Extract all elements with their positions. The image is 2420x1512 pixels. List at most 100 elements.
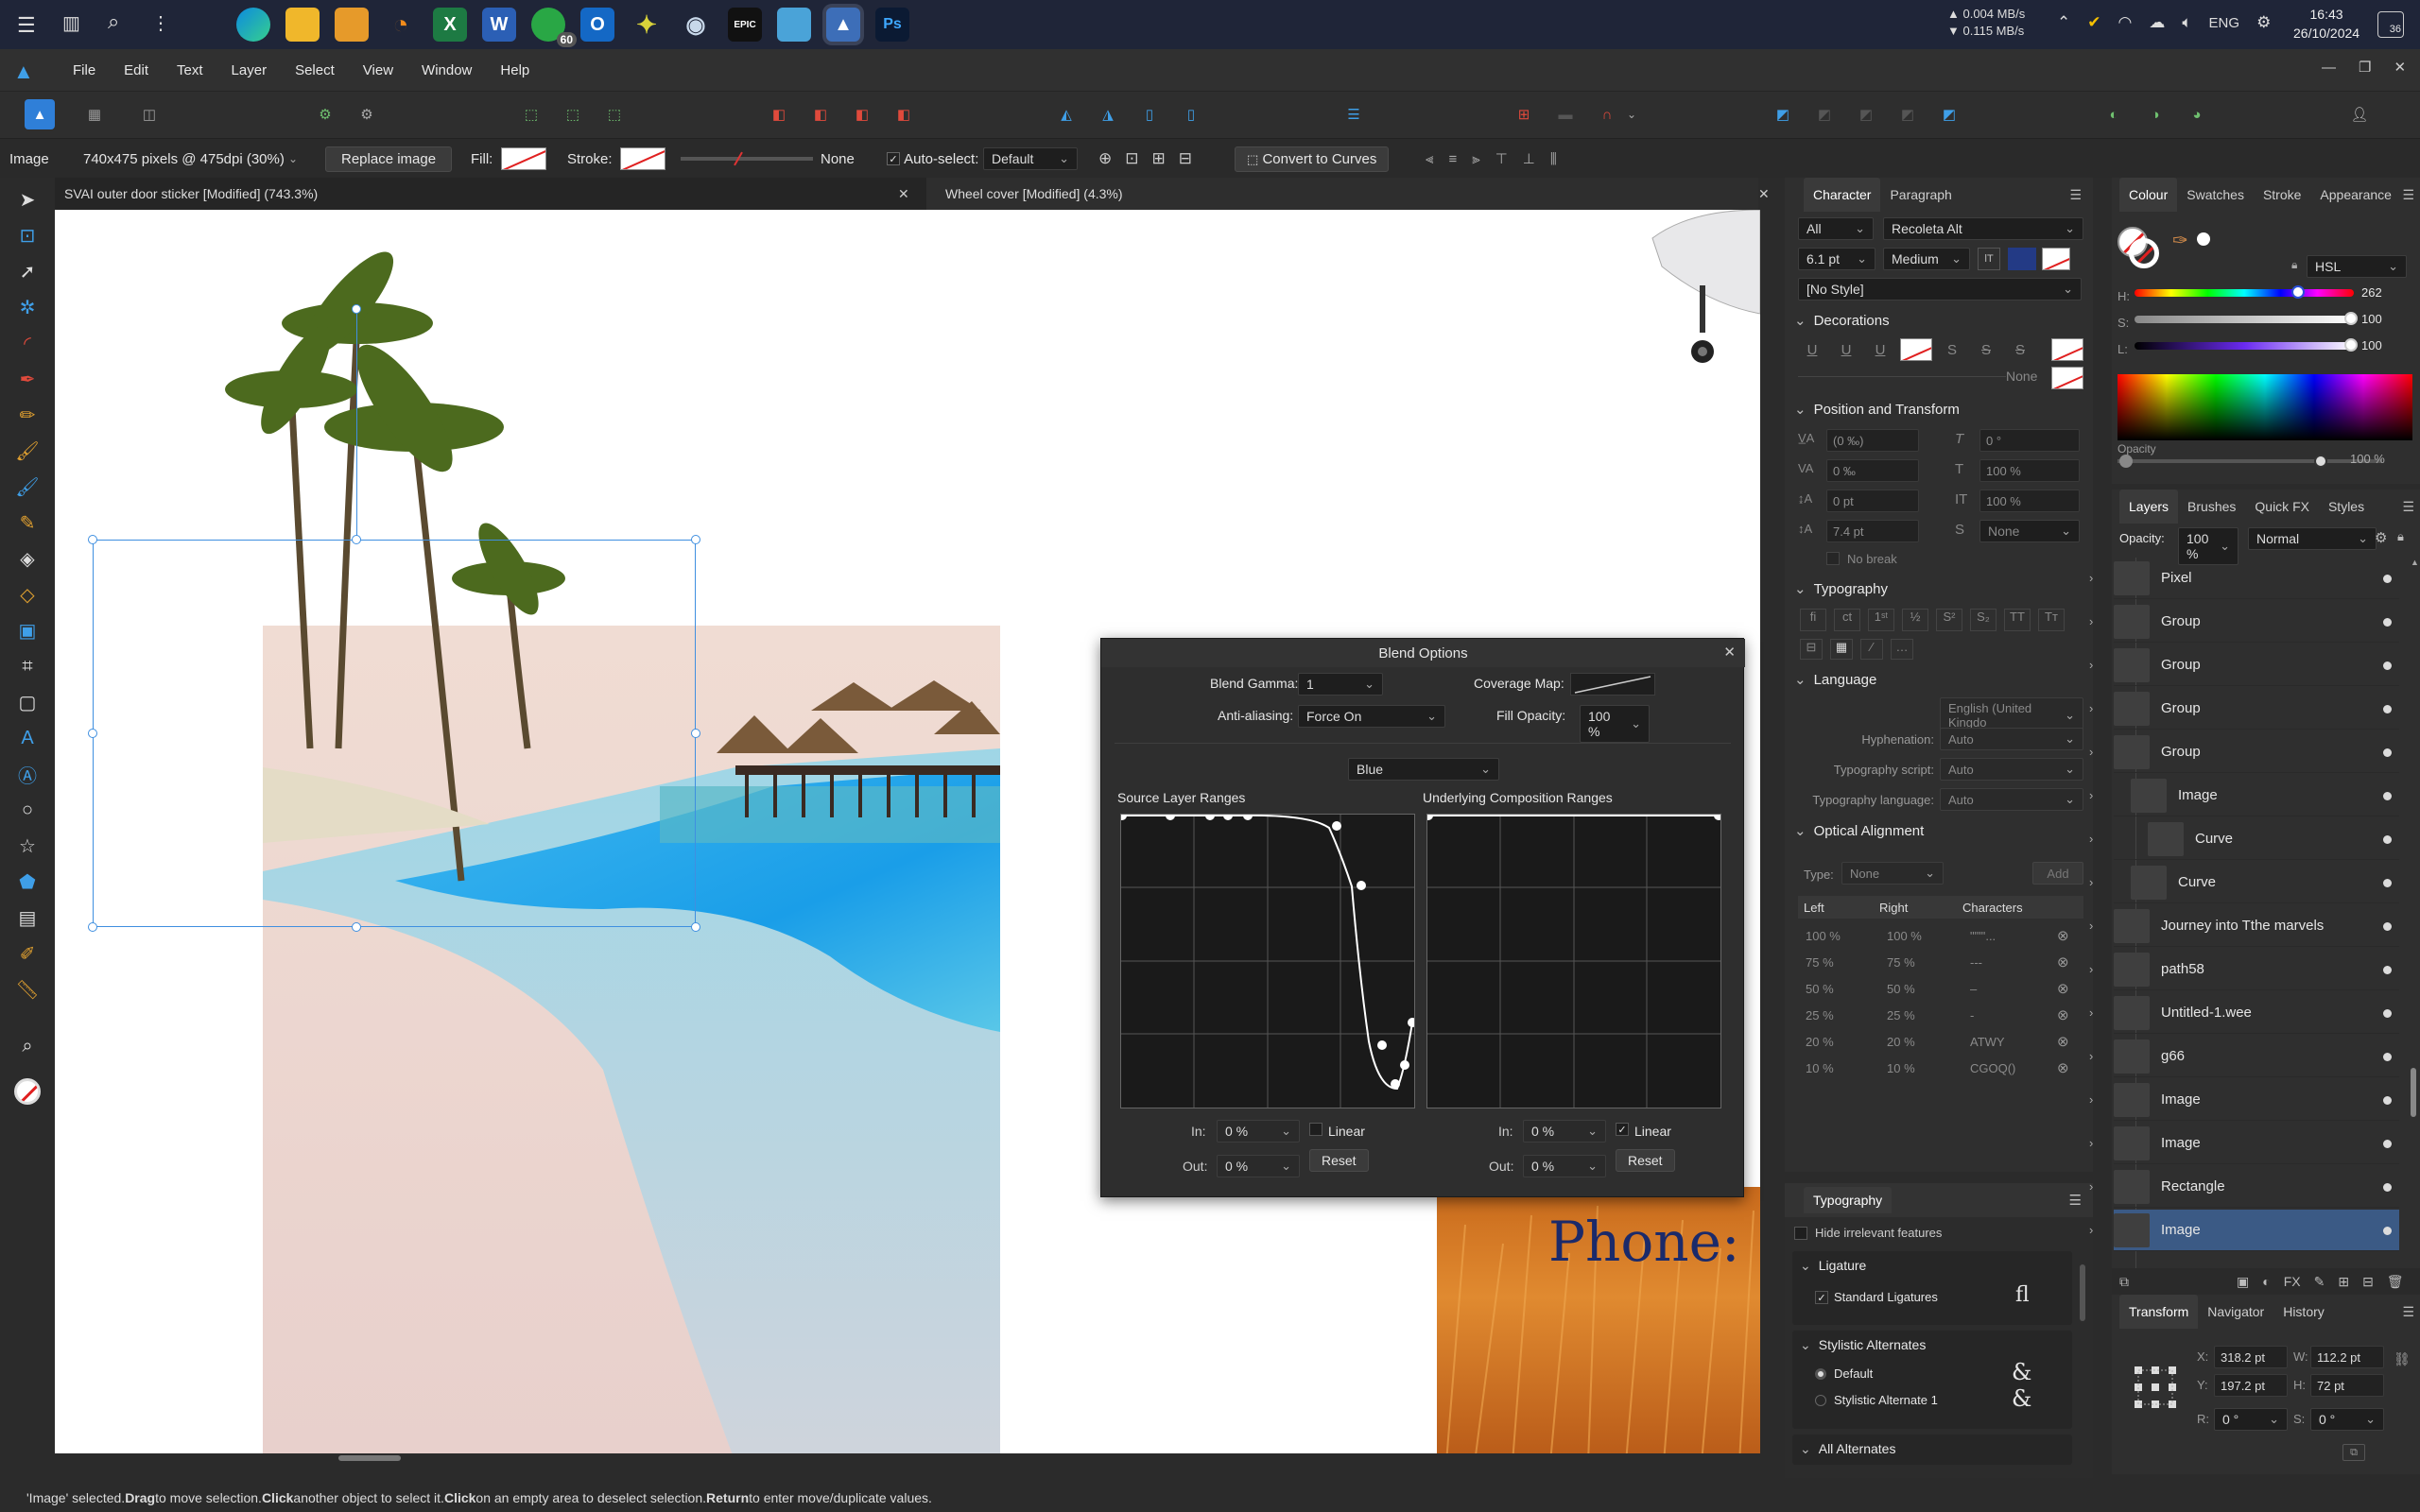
group-icon[interactable]: ◩ [1934, 99, 1964, 129]
tracking-field[interactable]: 0 ‰ [1826, 459, 1919, 482]
notification-icon[interactable]: 36 [2377, 11, 2404, 38]
fill-stroke-selector-icon[interactable] [2118, 227, 2159, 268]
optical-right-value[interactable]: 20 % [1879, 1035, 1962, 1049]
clock[interactable]: 16:43 26/10/2024 [2293, 5, 2360, 43]
layer-group-icon[interactable]: ⊟ [2362, 1274, 2374, 1290]
grid-2-icon[interactable]: ⊟ [1179, 149, 1192, 168]
text-stroke-swatch[interactable] [2042, 248, 2070, 270]
stroke-width-slider[interactable] [681, 151, 813, 166]
layer-settings-icon[interactable]: ⚙ [2375, 529, 2387, 546]
point-transform-icon[interactable]: ✲ [13, 293, 42, 321]
typography-language-dropdown[interactable]: Auto [1940, 788, 2083, 811]
colour-model-dropdown[interactable]: HSL [2307, 255, 2407, 278]
hue-slider[interactable] [2135, 285, 2354, 299]
snapping-icon[interactable]: ⚙ [310, 99, 340, 129]
chevron-up-icon[interactable]: ⌃ [2057, 13, 2070, 32]
stylistic-section[interactable]: Stylistic Alternates [1792, 1331, 2072, 1359]
lock-icon[interactable]: 🔒︎ [2291, 258, 2297, 272]
layer-row[interactable]: › Image [2089, 1123, 2399, 1164]
table-tool-icon[interactable]: ▤ [13, 903, 42, 932]
underlying-out-field[interactable]: 0 % [1523, 1155, 1606, 1177]
optical-alignment-section[interactable]: Optical Alignment [1785, 816, 2093, 845]
app-icon[interactable] [777, 8, 811, 42]
menu-layer[interactable]: Layer [217, 62, 282, 78]
typography-scrollbar[interactable] [2080, 1264, 2085, 1321]
arrange-forward-icon[interactable]: ◩ [1809, 99, 1840, 129]
tab-history[interactable]: History [2273, 1304, 2334, 1319]
layer-expand-icon[interactable]: › [2089, 1136, 2093, 1150]
grid-icon[interactable]: ⊞ [1152, 149, 1166, 168]
menu-help[interactable]: Help [486, 62, 544, 78]
autoselect-checkbox[interactable]: ✓ [887, 152, 900, 165]
text-fill-swatch[interactable] [2008, 248, 2036, 270]
optical-row[interactable]: 100 % 100 % """'... ⊗ [1798, 924, 2083, 947]
layer-expand-icon[interactable]: › [2089, 1092, 2093, 1107]
blend-mode-dropdown[interactable]: Normal [2248, 527, 2377, 550]
layer-name[interactable]: Image [2161, 1091, 2201, 1108]
layer-add-icon[interactable]: ⊞ [2338, 1274, 2349, 1290]
search-icon[interactable]: ⌕ [108, 9, 132, 34]
position-transform-section[interactable]: Position and Transform [1785, 395, 2093, 423]
layer-row[interactable]: › Group [2089, 731, 2399, 773]
layer-visibility-icon[interactable] [2383, 1183, 2392, 1192]
layer-name[interactable]: Image [2178, 787, 2218, 803]
ligature-section[interactable]: Ligature [1792, 1251, 2072, 1280]
layer-row[interactable]: › Group [2089, 688, 2399, 730]
zoom-tool-icon[interactable]: ⌕ [13, 1032, 42, 1060]
anti-aliasing-dropdown[interactable]: Force On [1298, 705, 1445, 728]
decorations-section[interactable]: Decorations [1785, 306, 2093, 335]
epic-icon[interactable]: EPIC [728, 8, 762, 42]
lightness-slider-thumb[interactable] [2344, 338, 2358, 352]
layer-name[interactable]: Pixel [2161, 570, 2192, 586]
optical-left-value[interactable]: 100 % [1798, 929, 1879, 943]
more-icon[interactable]: ⋮ [151, 11, 170, 35]
layer-copy-icon[interactable]: ⧉ [2119, 1274, 2129, 1290]
handle-bottom-right[interactable] [691, 922, 700, 932]
layer-expand-icon[interactable]: › [2089, 832, 2093, 846]
small-caps-icon[interactable]: Tᴛ [2038, 609, 2065, 631]
handle-left[interactable] [88, 729, 97, 738]
layer-visibility-icon[interactable] [2383, 1227, 2392, 1235]
font-family-dropdown[interactable]: Recoleta Alt [1883, 217, 2083, 240]
handle-top[interactable] [352, 535, 361, 544]
layer-visibility-icon[interactable] [2383, 1053, 2392, 1061]
select-behind-icon[interactable]: ⬚ [599, 99, 630, 129]
volume-icon[interactable]: 🔈︎ [2182, 13, 2191, 32]
align-left-icon[interactable]: ⫷ [1426, 151, 1433, 167]
layer-row[interactable]: › Image [2089, 775, 2399, 816]
layer-expand-icon[interactable]: › [2089, 1223, 2093, 1237]
menu-window[interactable]: Window [407, 62, 486, 78]
tab-layers[interactable]: Layers [2119, 490, 2179, 524]
kerning-field[interactable]: (0 ‰) [1826, 429, 1919, 452]
optical-chars-value[interactable]: CGOQ() [1962, 1061, 2057, 1075]
onedrive-icon[interactable]: ☁ [2149, 13, 2165, 32]
layer-visibility-icon[interactable] [2383, 966, 2392, 974]
layer-name[interactable]: Journey into Tthe marvels [2161, 918, 2324, 934]
optical-chars-value[interactable]: ATWY [1962, 1035, 2057, 1049]
align-middle-icon[interactable]: ⊥ [1523, 150, 1535, 167]
hyphenation-dropdown[interactable]: Auto [1940, 728, 2083, 750]
excel-icon[interactable]: X [433, 8, 467, 42]
optical-remove-icon[interactable]: ⊗ [2057, 954, 2069, 971]
layer-row[interactable]: › g66 [2089, 1036, 2399, 1077]
strikethrough-double-icon[interactable]: S [1972, 342, 2000, 358]
layer-lock-icon[interactable]: 🔒︎ [2397, 529, 2404, 544]
language-indicator[interactable]: ENG [2209, 15, 2240, 31]
layer-visibility-icon[interactable] [2383, 575, 2392, 583]
layer-row[interactable]: › Curve [2089, 818, 2399, 860]
restore-icon[interactable]: ❐ [2359, 59, 2371, 76]
discretionary-icon[interactable]: ct [1834, 609, 1860, 631]
menu-view[interactable]: View [349, 62, 407, 78]
italic-angle-field[interactable]: 0 ° [1979, 429, 2080, 452]
source-out-field[interactable]: 0 % [1217, 1155, 1300, 1177]
no-break-checkbox[interactable] [1826, 552, 1840, 565]
optical-add-button[interactable]: Add [2032, 862, 2083, 885]
layer-name[interactable]: Image [2161, 1135, 2201, 1151]
layer-expand-icon[interactable]: › [2089, 788, 2093, 802]
optical-left-value[interactable]: 75 % [1798, 955, 1879, 970]
layer-visibility-icon[interactable] [2383, 835, 2392, 844]
layer-row[interactable]: › Image [2089, 1079, 2399, 1121]
boolean-intersect-icon[interactable]: ◧ [847, 99, 877, 129]
select-insert-icon[interactable]: ⬚ [516, 99, 546, 129]
underline-color-swatch[interactable] [1900, 338, 1932, 361]
